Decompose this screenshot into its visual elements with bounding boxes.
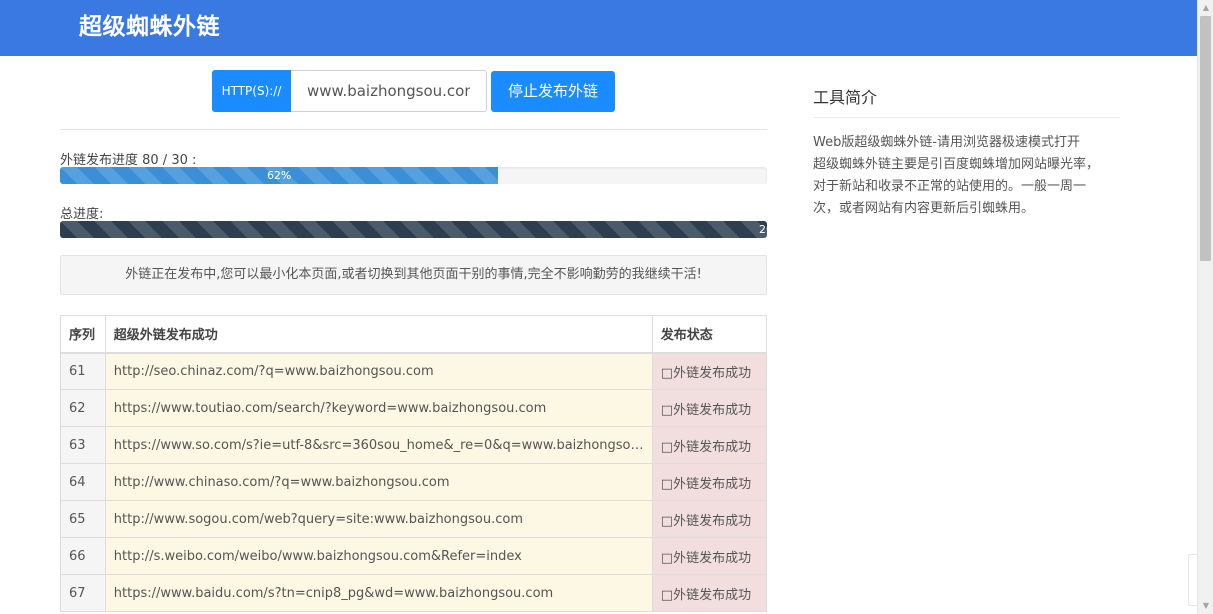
sidebar-title: 工具简介 bbox=[813, 88, 878, 107]
publishing-notice: 外链正在发布中,您可以最小化本页面,或者切换到其他页面干别的事情,完全不影响勤劳… bbox=[60, 255, 767, 295]
table-row: 61 http://seo.chinaz.com/?q=www.baizhong… bbox=[60, 352, 768, 390]
row-url[interactable]: https://www.baidu.com/s?tn=cnip8_pg&wd=w… bbox=[104, 574, 653, 612]
row-status: □外链发布成功 bbox=[651, 537, 768, 575]
divider bbox=[60, 129, 767, 130]
publish-progress-bar: 62% bbox=[60, 167, 767, 184]
row-status: □外链发布成功 bbox=[651, 426, 768, 464]
table-row: 67 https://www.baidu.com/s?tn=cnip8_pg&w… bbox=[60, 574, 768, 612]
row-index: 62 bbox=[60, 389, 106, 427]
row-url[interactable]: http://www.chinaso.com/?q=www.baizhongso… bbox=[104, 463, 653, 501]
stop-publish-button[interactable]: 停止发布外链 bbox=[491, 71, 615, 112]
row-index: 64 bbox=[60, 463, 106, 501]
table-row: 62 https://www.toutiao.com/search/?keywo… bbox=[60, 389, 768, 427]
url-input-group: HTTP(S):// bbox=[212, 70, 487, 112]
site-title[interactable]: 超级蜘蛛外链 bbox=[79, 10, 220, 44]
url-input[interactable] bbox=[291, 70, 487, 112]
table-row: 65 http://www.sogou.com/web?query=site:w… bbox=[60, 500, 768, 538]
sidebar-line: 超级蜘蛛外链主要是引百度蜘蛛增加网站曝光率， bbox=[813, 157, 1100, 172]
row-url[interactable]: https://www.so.com/s?ie=utf-8&src=360sou… bbox=[104, 426, 653, 464]
row-index: 61 bbox=[60, 352, 106, 390]
row-status: □外链发布成功 bbox=[651, 463, 768, 501]
header-url: 超级外链发布成功 bbox=[104, 315, 653, 354]
publish-progress-fill: 62% bbox=[60, 167, 499, 184]
header-status: 发布状态 bbox=[651, 315, 768, 354]
total-progress-label: 总进度: bbox=[60, 207, 104, 222]
sidebar-description: Web版超级蜘蛛外链-请用浏览器极速模式打开 超级蜘蛛外链主要是引百度蜘蛛增加网… bbox=[813, 132, 1123, 220]
table-row: 64 http://www.chinaso.com/?q=www.baizhon… bbox=[60, 463, 768, 501]
page: 超级蜘蛛外链 HTTP(S):// 停止发布外链 外链发布进度 80 / 30 … bbox=[0, 0, 1213, 614]
row-status: □外链发布成功 bbox=[651, 389, 768, 427]
publish-progress-label: 外链发布进度 80 / 30 : bbox=[60, 153, 197, 168]
row-url[interactable]: http://seo.chinaz.com/?q=www.baizhongsou… bbox=[104, 352, 653, 390]
sidebar-line: 次，或者网站有内容更新后引蜘蛛用。 bbox=[813, 201, 1035, 216]
row-status: □外链发布成功 bbox=[651, 574, 768, 612]
scroll-up-arrow-icon[interactable]: ▲ bbox=[1198, 0, 1213, 16]
row-url[interactable]: http://s.weibo.com/weibo/www.baizhongsou… bbox=[104, 537, 653, 575]
row-index: 65 bbox=[60, 500, 106, 538]
table-row: 66 http://s.weibo.com/weibo/www.baizhong… bbox=[60, 537, 768, 575]
row-index: 67 bbox=[60, 574, 106, 612]
sidebar-divider bbox=[813, 117, 1120, 118]
row-index: 63 bbox=[60, 426, 106, 464]
row-url[interactable]: https://www.toutiao.com/search/?keyword=… bbox=[104, 389, 653, 427]
url-protocol-prefix: HTTP(S):// bbox=[212, 70, 291, 112]
top-header-bar: 超级蜘蛛外链 bbox=[0, 0, 1197, 56]
page-edge-widget bbox=[1188, 554, 1197, 606]
sidebar-line: 对于新站和收录不正常的站使用的。一般一周一 bbox=[813, 179, 1087, 194]
row-index: 66 bbox=[60, 537, 106, 575]
header-index: 序列 bbox=[60, 315, 106, 354]
table-header-row: 序列 超级外链发布成功 发布状态 bbox=[60, 315, 768, 354]
total-progress-text: 20 bbox=[759, 223, 767, 236]
row-status: □外链发布成功 bbox=[651, 500, 768, 538]
scroll-down-arrow-icon[interactable]: ▼ bbox=[1198, 598, 1213, 614]
vertical-scrollbar[interactable]: ▲ ▼ bbox=[1197, 0, 1213, 614]
row-url[interactable]: http://www.sogou.com/web?query=site:www.… bbox=[104, 500, 653, 538]
total-progress-bar: 20 bbox=[60, 221, 767, 238]
results-table: 序列 超级外链发布成功 发布状态 61 http://seo.chinaz.co… bbox=[60, 315, 768, 612]
scrollbar-thumb[interactable] bbox=[1200, 16, 1211, 261]
table-row: 63 https://www.so.com/s?ie=utf-8&src=360… bbox=[60, 426, 768, 464]
sidebar-line: Web版超级蜘蛛外链-请用浏览器极速模式打开 bbox=[813, 135, 1081, 150]
publish-progress-text: 62% bbox=[266, 169, 292, 182]
total-progress-fill: 20 bbox=[60, 221, 767, 238]
row-status: □外链发布成功 bbox=[651, 352, 768, 390]
